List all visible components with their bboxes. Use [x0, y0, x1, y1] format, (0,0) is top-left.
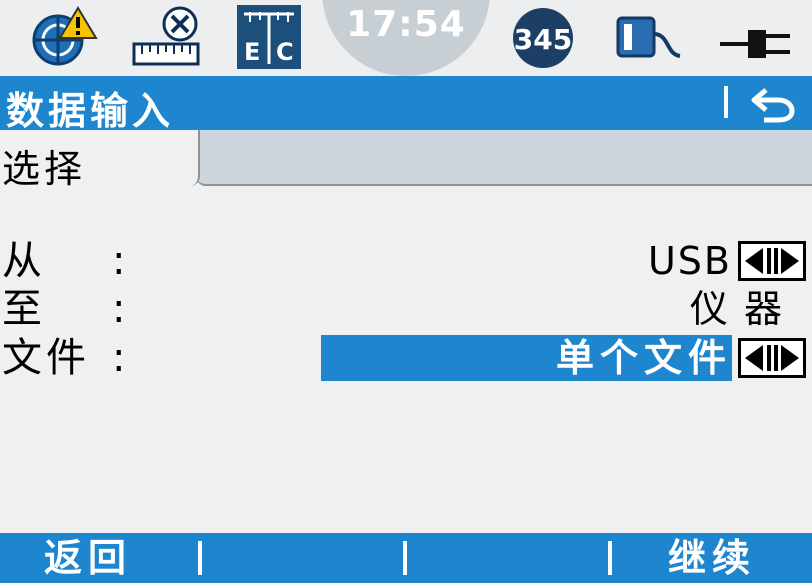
from-colon: : — [112, 238, 126, 284]
ec-label-c: C — [276, 38, 294, 66]
form-row-from: 从 : USB — [0, 238, 812, 286]
ruler-cancel-icon[interactable] — [130, 4, 202, 70]
tab-strip-background — [196, 130, 812, 186]
file-value[interactable]: 单个文件 — [556, 335, 732, 381]
status-bar: E C 17:54 345 — [0, 0, 812, 76]
softkey-separator — [403, 541, 407, 575]
file-colon: : — [112, 335, 126, 381]
file-label: 文件 — [2, 335, 90, 381]
tab-select-label: 选择 — [2, 147, 87, 191]
form-row-file: 文件 : 单个文件 — [0, 335, 812, 383]
file-list-arrows[interactable] — [738, 338, 806, 378]
clock-time: 17:54 — [346, 4, 466, 45]
back-softkey[interactable]: 返回 — [44, 535, 132, 581]
face-badge: 345 — [514, 23, 572, 56]
tab-select[interactable]: 选择 — [0, 130, 200, 191]
ec-mode-icon[interactable]: E C — [236, 4, 302, 70]
left-right-arrows-icon — [745, 248, 799, 274]
target-warning-icon[interactable] — [26, 4, 98, 70]
to-value: 仪 器 — [689, 287, 784, 331]
clock-display: 17:54 — [322, 0, 490, 76]
power-plug-icon[interactable] — [718, 4, 798, 70]
from-list-arrows[interactable] — [738, 241, 806, 281]
form-row-to: 至 : 仪 器 — [0, 286, 812, 334]
back-arrow-icon[interactable] — [748, 80, 798, 126]
page-title: 数据输入 — [6, 89, 175, 133]
softkey-separator — [198, 541, 202, 575]
from-value[interactable]: USB — [648, 238, 732, 284]
tab-strip: 选择 — [0, 130, 812, 191]
softkey-separator — [608, 541, 612, 575]
from-label: 从 — [2, 238, 46, 284]
battery-plug-icon[interactable] — [614, 4, 684, 70]
title-bar: 数据输入 — [0, 76, 812, 133]
continue-softkey[interactable]: 继续 — [668, 535, 756, 581]
to-colon: : — [112, 286, 126, 332]
title-separator — [724, 86, 728, 118]
left-right-arrows-icon — [745, 345, 799, 371]
face-indicator-icon[interactable]: 345 — [508, 4, 578, 70]
softkey-bar: 返回 继续 — [0, 533, 812, 583]
ec-label-e: E — [244, 38, 260, 66]
to-label: 至 — [2, 286, 46, 332]
